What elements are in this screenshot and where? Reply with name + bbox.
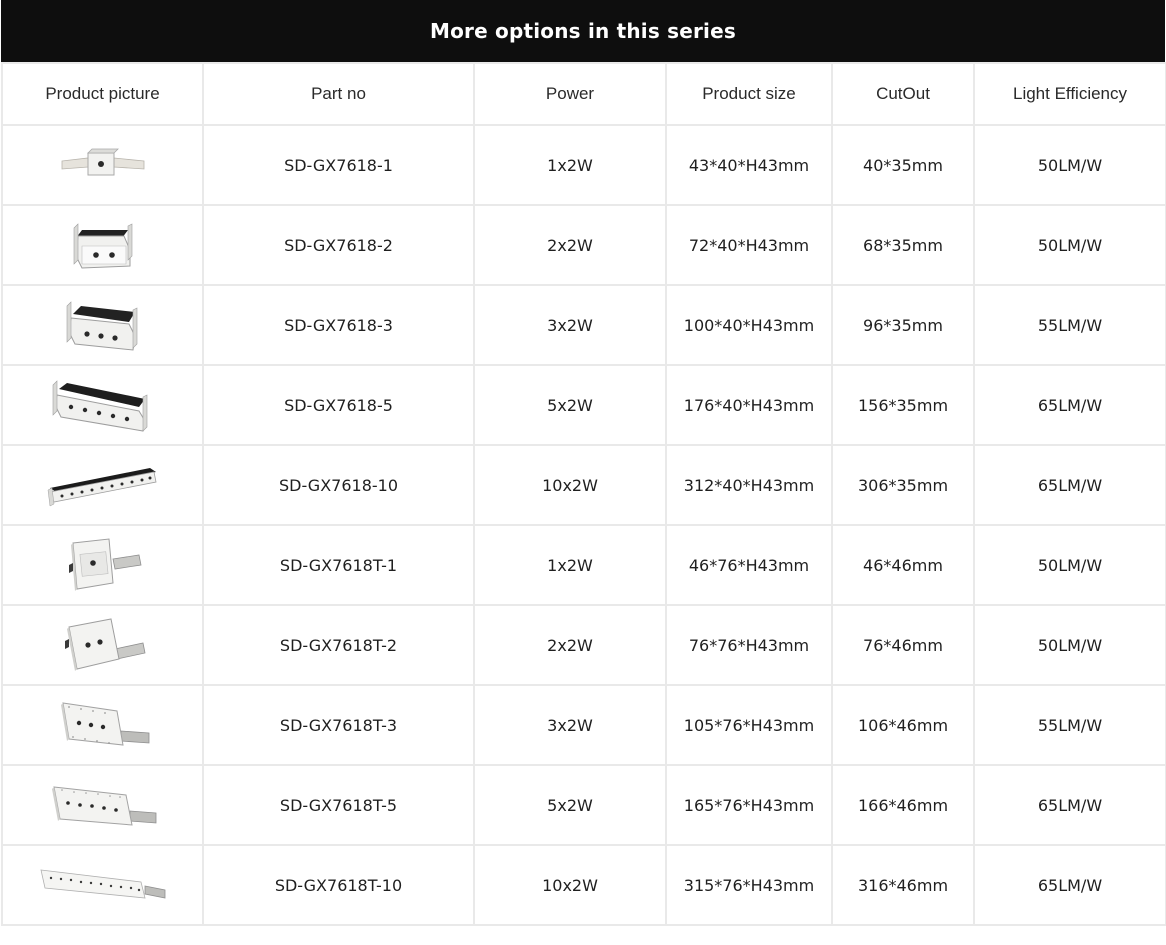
cutout-cell: 68*35mm bbox=[831, 204, 975, 286]
power-cell: 1x2W bbox=[473, 124, 667, 206]
cutout-cell: 40*35mm bbox=[831, 124, 975, 206]
header-part-no: Part no bbox=[202, 62, 475, 126]
product-image bbox=[73, 223, 132, 269]
cutout-cell: 106*46mm bbox=[831, 684, 975, 766]
cutout-cell: 166*46mm bbox=[831, 764, 975, 846]
product-image bbox=[60, 702, 149, 746]
power-cell: 5x2W bbox=[473, 764, 667, 846]
product-size-cell: 165*76*H43mm bbox=[665, 764, 833, 846]
product-size-cell: 46*76*H43mm bbox=[665, 524, 833, 606]
light-efficiency-cell: 65LM/W bbox=[973, 764, 1166, 846]
product-image bbox=[39, 869, 165, 899]
header-product-size: Product size bbox=[665, 62, 833, 126]
part-no-cell: SD-GX7618-2 bbox=[202, 204, 475, 286]
power-cell: 1x2W bbox=[473, 524, 667, 606]
cutout-cell: 46*46mm bbox=[831, 524, 975, 606]
table-row: SD-GX7618-5 5x2W 176*40*H43mm 156*35mm 6… bbox=[1, 364, 1166, 446]
product-image bbox=[68, 538, 141, 591]
product-picture-cell bbox=[1, 364, 204, 446]
cutout-cell: 156*35mm bbox=[831, 364, 975, 446]
table-row: SD-GX7618T-3 3x2W 105*76*H43mm 106*46mm … bbox=[1, 684, 1166, 766]
table-row: SD-GX7618-1 1x2W 43*40*H43mm 40*35mm 50L… bbox=[1, 124, 1166, 206]
product-picture-cell bbox=[1, 844, 204, 926]
product-image bbox=[47, 468, 156, 507]
product-picture-cell bbox=[1, 764, 204, 846]
product-picture-cell bbox=[1, 524, 204, 606]
table-header-row: Product picture Part no Power Product si… bbox=[1, 62, 1166, 126]
product-picture-cell bbox=[1, 604, 204, 686]
part-no-cell: SD-GX7618-3 bbox=[202, 284, 475, 366]
power-cell: 3x2W bbox=[473, 284, 667, 366]
light-efficiency-cell: 50LM/W bbox=[973, 124, 1166, 206]
light-efficiency-cell: 50LM/W bbox=[973, 604, 1166, 686]
power-cell: 5x2W bbox=[473, 364, 667, 446]
product-size-cell: 72*40*H43mm bbox=[665, 204, 833, 286]
table-row: SD-GX7618-2 2x2W 72*40*H43mm 68*35mm 50L… bbox=[1, 204, 1166, 286]
product-size-cell: 100*40*H43mm bbox=[665, 284, 833, 366]
light-efficiency-cell: 55LM/W bbox=[973, 284, 1166, 366]
part-no-cell: SD-GX7618-1 bbox=[202, 124, 475, 206]
part-no-cell: SD-GX7618T-1 bbox=[202, 524, 475, 606]
table-row: SD-GX7618T-10 10x2W 315*76*H43mm 316*46m… bbox=[1, 844, 1166, 926]
light-efficiency-cell: 50LM/W bbox=[973, 524, 1166, 606]
product-size-cell: 105*76*H43mm bbox=[665, 684, 833, 766]
product-picture-cell bbox=[1, 204, 204, 286]
header-cutout: CutOut bbox=[831, 62, 975, 126]
header-power: Power bbox=[473, 62, 667, 126]
part-no-cell: SD-GX7618T-3 bbox=[202, 684, 475, 766]
power-cell: 2x2W bbox=[473, 204, 667, 286]
part-no-cell: SD-GX7618T-10 bbox=[202, 844, 475, 926]
power-cell: 3x2W bbox=[473, 684, 667, 766]
power-cell: 10x2W bbox=[473, 444, 667, 526]
part-no-cell: SD-GX7618-5 bbox=[202, 364, 475, 446]
table-row: SD-GX7618T-5 5x2W 165*76*H43mm 166*46mm … bbox=[1, 764, 1166, 846]
part-no-cell: SD-GX7618-10 bbox=[202, 444, 475, 526]
product-size-cell: 176*40*H43mm bbox=[665, 364, 833, 446]
product-size-cell: 43*40*H43mm bbox=[665, 124, 833, 206]
product-picture-cell bbox=[1, 684, 204, 766]
light-efficiency-cell: 65LM/W bbox=[973, 844, 1166, 926]
product-size-cell: 315*76*H43mm bbox=[665, 844, 833, 926]
product-image bbox=[66, 301, 137, 351]
product-image bbox=[64, 618, 145, 671]
product-picture-cell bbox=[1, 284, 204, 366]
section-title: More options in this series bbox=[1, 0, 1165, 62]
light-efficiency-cell: 55LM/W bbox=[973, 684, 1166, 766]
cutout-cell: 96*35mm bbox=[831, 284, 975, 366]
part-no-cell: SD-GX7618T-5 bbox=[202, 764, 475, 846]
header-product-picture: Product picture bbox=[1, 62, 204, 126]
part-no-cell: SD-GX7618T-2 bbox=[202, 604, 475, 686]
product-size-cell: 76*76*H43mm bbox=[665, 604, 833, 686]
options-section: More options in this series Product pict… bbox=[1, 0, 1166, 926]
table-row: SD-GX7618-10 10x2W 312*40*H43mm 306*35mm… bbox=[1, 444, 1166, 526]
light-efficiency-cell: 65LM/W bbox=[973, 364, 1166, 446]
header-light-efficiency: Light Efficiency bbox=[973, 62, 1166, 126]
table-row: SD-GX7618T-1 1x2W 46*76*H43mm 46*46mm 50… bbox=[1, 524, 1166, 606]
product-image bbox=[61, 148, 144, 176]
options-table: Product picture Part no Power Product si… bbox=[1, 62, 1166, 926]
cutout-cell: 306*35mm bbox=[831, 444, 975, 526]
light-efficiency-cell: 65LM/W bbox=[973, 444, 1166, 526]
cutout-cell: 316*46mm bbox=[831, 844, 975, 926]
power-cell: 2x2W bbox=[473, 604, 667, 686]
product-size-cell: 312*40*H43mm bbox=[665, 444, 833, 526]
cutout-cell: 76*46mm bbox=[831, 604, 975, 686]
table-row: SD-GX7618-3 3x2W 100*40*H43mm 96*35mm 55… bbox=[1, 284, 1166, 366]
power-cell: 10x2W bbox=[473, 844, 667, 926]
product-picture-cell bbox=[1, 444, 204, 526]
light-efficiency-cell: 50LM/W bbox=[973, 204, 1166, 286]
table-row: SD-GX7618T-2 2x2W 76*76*H43mm 76*46mm 50… bbox=[1, 604, 1166, 686]
product-image bbox=[51, 786, 156, 826]
product-image bbox=[52, 380, 147, 432]
product-picture-cell bbox=[1, 124, 204, 206]
